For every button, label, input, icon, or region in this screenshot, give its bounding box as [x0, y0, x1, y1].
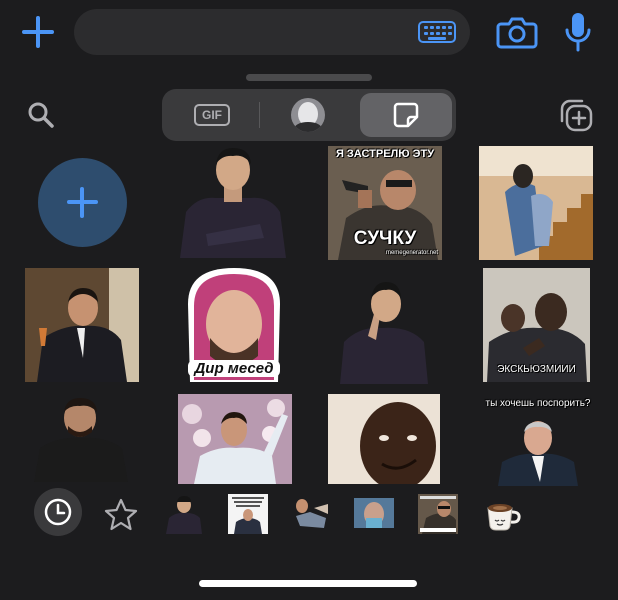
sticker-caption: Дир месед: [188, 360, 280, 377]
sticker-caption-bottom: СУЧКУ: [353, 228, 417, 249]
clock-icon: [44, 498, 72, 526]
keyboard-icon[interactable]: [418, 21, 456, 43]
sticker-caption-top: Я ЗАСТРЕЛЮ ЭТУ: [335, 148, 435, 160]
message-field[interactable]: [74, 9, 470, 55]
sticker-watermark: memegenerator.net: [385, 250, 438, 256]
sticker-caption: ты хочешь поспорить?: [485, 398, 591, 409]
panel-grabber[interactable]: [246, 74, 372, 81]
sticker-panel: GIF Я ЗАСТРЕЛЮ ЭТУ СУЧКУ memegenerator.n…: [0, 66, 618, 600]
sticker-man-black-tshirt[interactable]: [32, 392, 130, 482]
plus-icon[interactable]: [18, 12, 58, 52]
pack-thumb-1[interactable]: [164, 494, 204, 534]
microphone-icon[interactable]: [562, 10, 594, 54]
tab-stickers[interactable]: [360, 93, 452, 137]
tab-recent[interactable]: [34, 488, 82, 536]
star-icon: [104, 498, 138, 531]
sticker-smirk[interactable]: [328, 394, 440, 484]
sticker-man-pointing[interactable]: [334, 270, 434, 384]
add-sticker-button[interactable]: [38, 158, 127, 247]
gif-label: GIF: [194, 104, 230, 126]
sticker-party-guy[interactable]: [178, 394, 292, 484]
sticker-stairs-hug[interactable]: [479, 146, 593, 260]
sticker-dir-mesed[interactable]: Дир месед: [182, 264, 286, 382]
pack-thumb-5[interactable]: [418, 494, 458, 534]
tab-gif[interactable]: GIF: [166, 93, 258, 137]
sticker-want-to-argue[interactable]: ты хочешь поспорить?: [484, 396, 592, 486]
sticker-keyboard-screen: GIF Я ЗАСТРЕЛЮ ЭТУ СУЧКУ memegenerator.n…: [0, 0, 618, 600]
sticker-excuse-me[interactable]: ЭКСКЬЮЗМИИИ: [483, 268, 590, 382]
home-indicator[interactable]: [199, 580, 417, 587]
sticker-caption: ЭКСКЬЮЗМИИИ: [497, 364, 576, 375]
tab-avatar[interactable]: [262, 93, 356, 137]
search-icon[interactable]: [26, 100, 56, 130]
camera-icon[interactable]: [496, 14, 538, 50]
sticker-man-crossed-arms[interactable]: [176, 146, 290, 258]
sticker-meme-gun[interactable]: Я ЗАСТРЕЛЮ ЭТУ СУЧКУ memegenerator.net: [328, 146, 442, 260]
coffee-cup-icon[interactable]: [482, 494, 522, 534]
message-input[interactable]: [92, 9, 412, 55]
media-type-segmented-control: GIF: [162, 89, 456, 141]
sticker-icon: [393, 102, 419, 128]
segment-divider: [259, 102, 260, 128]
pack-thumb-3[interactable]: [292, 494, 332, 534]
memoji-avatar-icon: [291, 98, 325, 132]
tab-favorites[interactable]: [102, 492, 140, 536]
pack-thumb-2[interactable]: [228, 494, 268, 534]
sticker-man-toast[interactable]: [25, 268, 139, 382]
message-input-bar: [0, 0, 618, 66]
sticker-pack-tabs: [0, 486, 618, 546]
pack-thumb-4[interactable]: [354, 498, 394, 528]
add-sticker-pack-icon[interactable]: [558, 97, 594, 133]
